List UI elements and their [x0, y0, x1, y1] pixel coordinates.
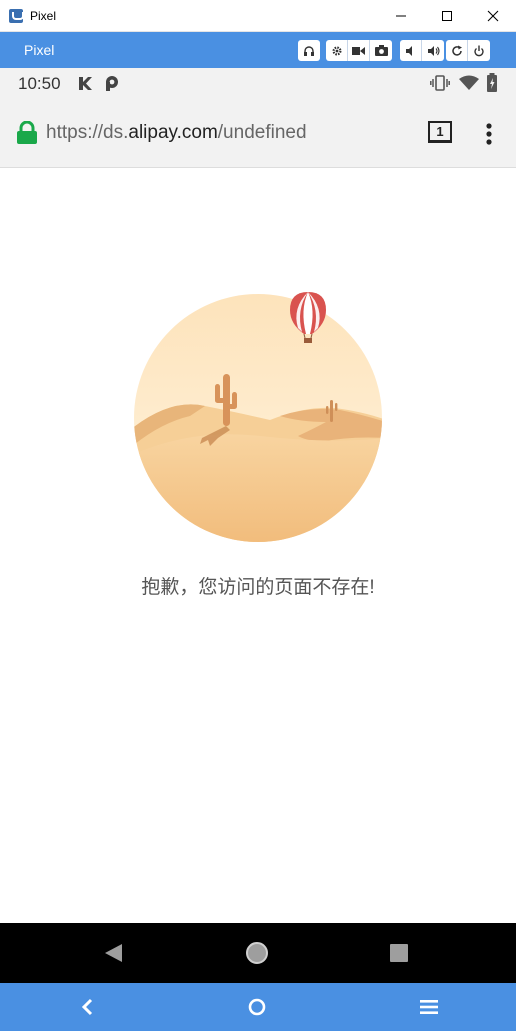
- p-app-icon: [106, 76, 118, 91]
- settings-button[interactable]: [326, 40, 348, 61]
- back-triangle-icon[interactable]: [104, 943, 124, 963]
- status-clock: 10:50: [18, 74, 61, 93]
- video-button[interactable]: [348, 40, 370, 61]
- power-button[interactable]: [468, 40, 490, 61]
- headphones-icon: [304, 45, 314, 56]
- k-app-icon: [79, 77, 92, 90]
- settings-media-group: [326, 40, 392, 61]
- volume-up-button[interactable]: [422, 40, 444, 61]
- volume-group: [400, 40, 444, 61]
- lock-icon: [17, 121, 37, 144]
- power-icon: [474, 45, 484, 56]
- url-path: /undefined: [217, 122, 307, 143]
- url-field[interactable]: https://ds.alipay.com/undefined: [46, 122, 307, 144]
- minimize-button[interactable]: [378, 0, 424, 32]
- vibrate-icon: [430, 75, 450, 91]
- close-button[interactable]: [470, 0, 516, 32]
- error-message: 抱歉，您访问的页面不存在!: [141, 577, 375, 598]
- back-chevron-icon[interactable]: [80, 998, 94, 1016]
- home-circle-icon[interactable]: [245, 941, 269, 965]
- browser-url-bar: https://ds.alipay.com/undefined 1: [0, 100, 516, 168]
- battery-icon: [487, 73, 497, 92]
- pixel-app-icon: [9, 9, 24, 23]
- emulator-name: Pixel: [24, 42, 55, 58]
- more-menu-icon[interactable]: [484, 122, 494, 146]
- maximize-button[interactable]: [424, 0, 470, 32]
- rotate-icon: [451, 45, 462, 56]
- audio-group: [298, 40, 320, 61]
- emulator-toolbar: Pixel: [0, 32, 516, 68]
- settings-icon: [331, 45, 342, 56]
- android-status-bar: 10:50: [0, 68, 516, 100]
- window-title: Pixel: [30, 9, 57, 23]
- camera-icon: [374, 45, 388, 56]
- power-group: [446, 40, 490, 61]
- home-icon[interactable]: [247, 997, 267, 1017]
- recents-square-icon[interactable]: [389, 943, 409, 963]
- url-domain: alipay.com: [128, 122, 218, 143]
- desert-illustration: [134, 292, 382, 542]
- volume-down-icon: [405, 45, 412, 56]
- android-nav-bar: [0, 923, 516, 983]
- page-content: 抱歉，您访问的页面不存在!: [0, 168, 516, 923]
- minimize-icon: [396, 15, 406, 17]
- close-icon: [487, 10, 499, 22]
- window-title-bar: Pixel: [0, 0, 516, 32]
- wifi-icon: [459, 75, 479, 90]
- volume-down-button[interactable]: [400, 40, 422, 61]
- camera-button[interactable]: [370, 40, 392, 61]
- emulator-bottom-bar: [0, 983, 516, 1031]
- rotate-button[interactable]: [446, 40, 468, 61]
- headphones-button[interactable]: [298, 40, 320, 61]
- video-icon: [352, 46, 365, 55]
- menu-icon[interactable]: [419, 999, 439, 1015]
- maximize-icon: [442, 11, 452, 21]
- url-prefix: https://ds.: [46, 122, 129, 143]
- volume-up-icon: [427, 45, 440, 56]
- tab-switcher-button[interactable]: 1: [428, 121, 452, 143]
